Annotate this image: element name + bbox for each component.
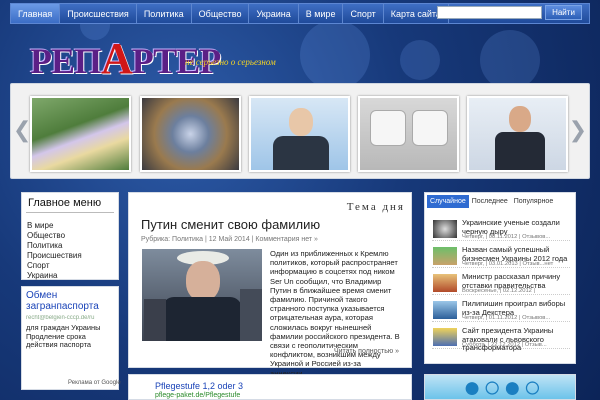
sidebar-item-society[interactable]: Общество xyxy=(27,231,82,241)
ad-banner-graphic-icon: ●○●○ xyxy=(463,374,544,400)
ad-google-label[interactable]: Реклама от Google xyxy=(68,380,121,386)
tab-popular[interactable]: Популярное xyxy=(511,195,556,208)
news-item[interactable]: Назван самый успешный бизнесмен Украины … xyxy=(432,245,570,268)
read-more-link[interactable]: Читать полностью » xyxy=(334,348,399,355)
post-excerpt: Один из приближенных к Кремлю политиков,… xyxy=(270,249,400,378)
news-title[interactable]: Сайт президента Украины атаковали с льво… xyxy=(462,326,570,353)
ad-block-center: Pflegestufe 1,2 oder 3 pflege-paket.de/P… xyxy=(128,374,412,400)
news-meta: Четверг, | 01.11.2012 | Отзывов... xyxy=(462,315,551,321)
nav-item-ukraine[interactable]: Украина xyxy=(249,4,299,23)
center-ad-title[interactable]: Pflegestufe 1,2 oder 3 xyxy=(155,381,243,391)
background-bokeh xyxy=(300,20,370,90)
nav-item-sport[interactable]: Спорт xyxy=(343,4,384,23)
nav-item-society[interactable]: Общество xyxy=(192,4,250,23)
sidebar-item-ukraine[interactable]: Украина xyxy=(27,271,82,281)
news-item[interactable]: Пилипишин проиграл виборы из-за Декстера… xyxy=(432,299,570,322)
site-slogan: не серьезно о серьезном xyxy=(185,57,276,67)
slider-image-politician[interactable] xyxy=(249,96,350,172)
news-meta: Суббота, | 22.12.2012 | Отзыв... xyxy=(462,342,547,348)
sidebar-menu: Главное меню В мире Общество Политика Пр… xyxy=(21,192,119,280)
sidebar-item-politics[interactable]: Политика xyxy=(27,241,82,251)
news-item[interactable]: Министр рассказал причину отставки прави… xyxy=(432,272,570,295)
sidebar-title: Главное меню xyxy=(28,197,102,209)
logo-letter-a: А xyxy=(101,34,133,83)
main-post: Тема дня Путин сменит свою фамилию Рубри… xyxy=(128,192,412,378)
logo-text-start: РЕП xyxy=(30,41,102,81)
slider-image-speaker[interactable] xyxy=(467,96,568,172)
center-ad-url[interactable]: pflege-paket.de/Pflegestufe xyxy=(155,392,240,399)
news-item[interactable]: Сайт президента Украины атаковали с льво… xyxy=(432,326,570,352)
post-meta: Рубрика: Политика | 12 Май 2014 | Коммен… xyxy=(141,236,318,243)
ad-text: для граждан Украины Продление срока дейс… xyxy=(26,323,101,350)
ad-block-left: Обмен загранпаспорта recht@belgien-cccp.… xyxy=(21,286,121,390)
sidebar-item-incidents[interactable]: Происшествия xyxy=(27,251,82,261)
news-thumbnail[interactable] xyxy=(433,247,457,265)
news-thumbnail[interactable] xyxy=(433,274,457,292)
slider-image-football[interactable] xyxy=(30,96,131,172)
ad-title[interactable]: Обмен загранпаспорта xyxy=(26,290,118,312)
nav-item-incidents[interactable]: Происшествия xyxy=(60,4,137,23)
news-meta: Воскресенье, | 02.12.2012 | xyxy=(462,288,536,294)
sidebar-item-sport[interactable]: Спорт xyxy=(27,261,82,271)
news-tabs: Случайное Последнее Популярное xyxy=(427,195,556,208)
topic-of-day-heading: Тема дня xyxy=(346,201,405,213)
post-image[interactable] xyxy=(142,249,262,341)
news-meta: Четверг, | 03.01.2013 | Отзыв...нет xyxy=(462,261,554,267)
ad-block-right[interactable]: ●○●○ xyxy=(424,374,576,400)
search-input[interactable] xyxy=(437,6,542,19)
news-meta: Четверг, | 08.11.2012 | Отзывов... xyxy=(462,234,551,240)
post-title[interactable]: Путин сменит свою фамилию xyxy=(141,217,320,232)
news-thumbnail[interactable] xyxy=(433,328,457,346)
news-thumbnail[interactable] xyxy=(433,220,457,238)
news-item[interactable]: Украинские ученые создали черную дыру Че… xyxy=(432,218,570,241)
image-slider: ❮ ❯ xyxy=(10,83,590,179)
ad-url[interactable]: recht@belgien-cccp.de/ru xyxy=(26,315,118,321)
tab-latest[interactable]: Последнее xyxy=(469,195,511,208)
slider-image-collider[interactable] xyxy=(140,96,241,172)
sidebar-item-world[interactable]: В мире xyxy=(27,221,82,231)
nav-item-politics[interactable]: Политика xyxy=(137,4,192,23)
nav-item-world[interactable]: В мире xyxy=(299,4,344,23)
nav-item-home[interactable]: Главная xyxy=(11,4,61,23)
background-bokeh xyxy=(400,40,440,80)
divider xyxy=(26,212,114,213)
news-thumbnail[interactable] xyxy=(433,301,457,319)
slider-prev-arrow-icon[interactable]: ❮ xyxy=(13,117,31,143)
slider-image-socket[interactable] xyxy=(358,96,459,172)
tab-random[interactable]: Случайное xyxy=(427,195,469,208)
search-button[interactable]: Найти xyxy=(545,5,582,20)
slider-next-arrow-icon[interactable]: ❯ xyxy=(569,117,587,143)
background-bokeh xyxy=(480,30,540,90)
